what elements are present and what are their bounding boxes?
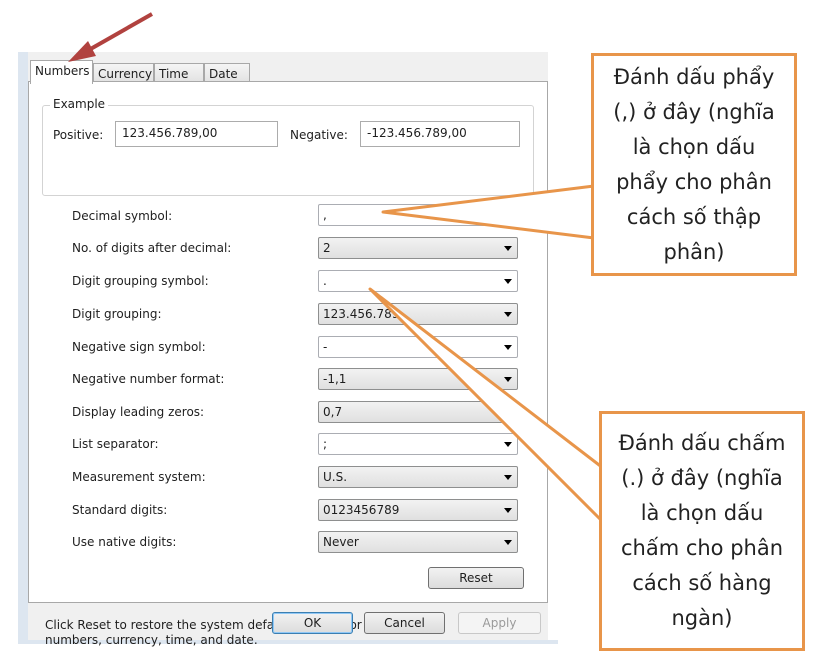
callout-grouping: Đánh dấu chấm (.) ở đây (nghĩa là chọn d… [599,411,805,651]
red-pointer-arrow [68,12,153,62]
callout-decimal: Đánh dấu phẩy (,) ở đây (nghĩa là chọn d… [591,53,797,276]
callout-pointer-decimal [381,184,596,240]
callout-pointer-grouping [368,287,605,524]
